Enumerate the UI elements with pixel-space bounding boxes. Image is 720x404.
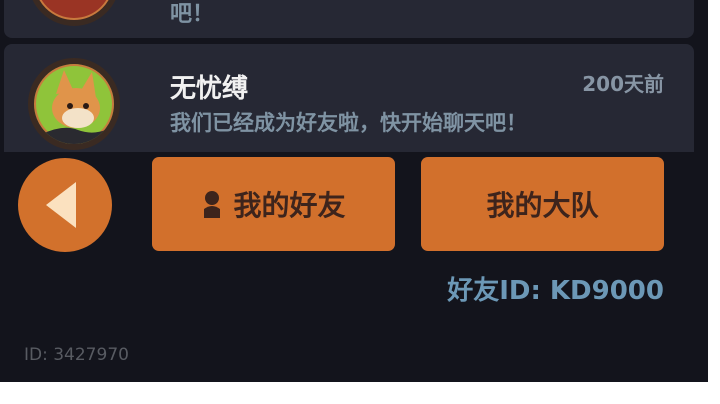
character-avatar-icon xyxy=(28,0,120,26)
tab-my-friends-label: 我的好友 xyxy=(233,189,346,222)
last-active-time: 200天前 xyxy=(582,72,664,96)
tab-my-team-label: 我的大队 xyxy=(486,189,599,222)
arrow-left-icon xyxy=(46,182,76,228)
game-screen: 吧！ 无忧缚 200天前 我们已经成为好友啦，快开始聊天吧！ 我的好友 我的大队… xyxy=(0,0,708,382)
friend-message: 吧！ xyxy=(170,2,215,27)
friend-card[interactable]: 无忧缚 200天前 我们已经成为好友啦，快开始聊天吧！ xyxy=(4,44,694,152)
tab-my-team[interactable]: 我的大队 xyxy=(421,157,664,251)
friend-list[interactable]: 吧！ 无忧缚 200天前 我们已经成为好友啦，快开始聊天吧！ xyxy=(0,0,708,152)
friend-name: 无忧缚 xyxy=(170,74,249,104)
fox-avatar-icon xyxy=(28,58,120,150)
player-id: ID: 3427970 xyxy=(24,345,129,365)
back-button[interactable] xyxy=(18,158,112,252)
tab-my-friends[interactable]: 我的好友 xyxy=(152,157,395,251)
friend-card[interactable]: 吧！ xyxy=(4,0,694,38)
person-icon xyxy=(204,191,221,218)
friend-id: 好友ID: KD9000 xyxy=(447,276,664,306)
friend-message: 我们已经成为好友啦，快开始聊天吧！ xyxy=(170,111,527,135)
